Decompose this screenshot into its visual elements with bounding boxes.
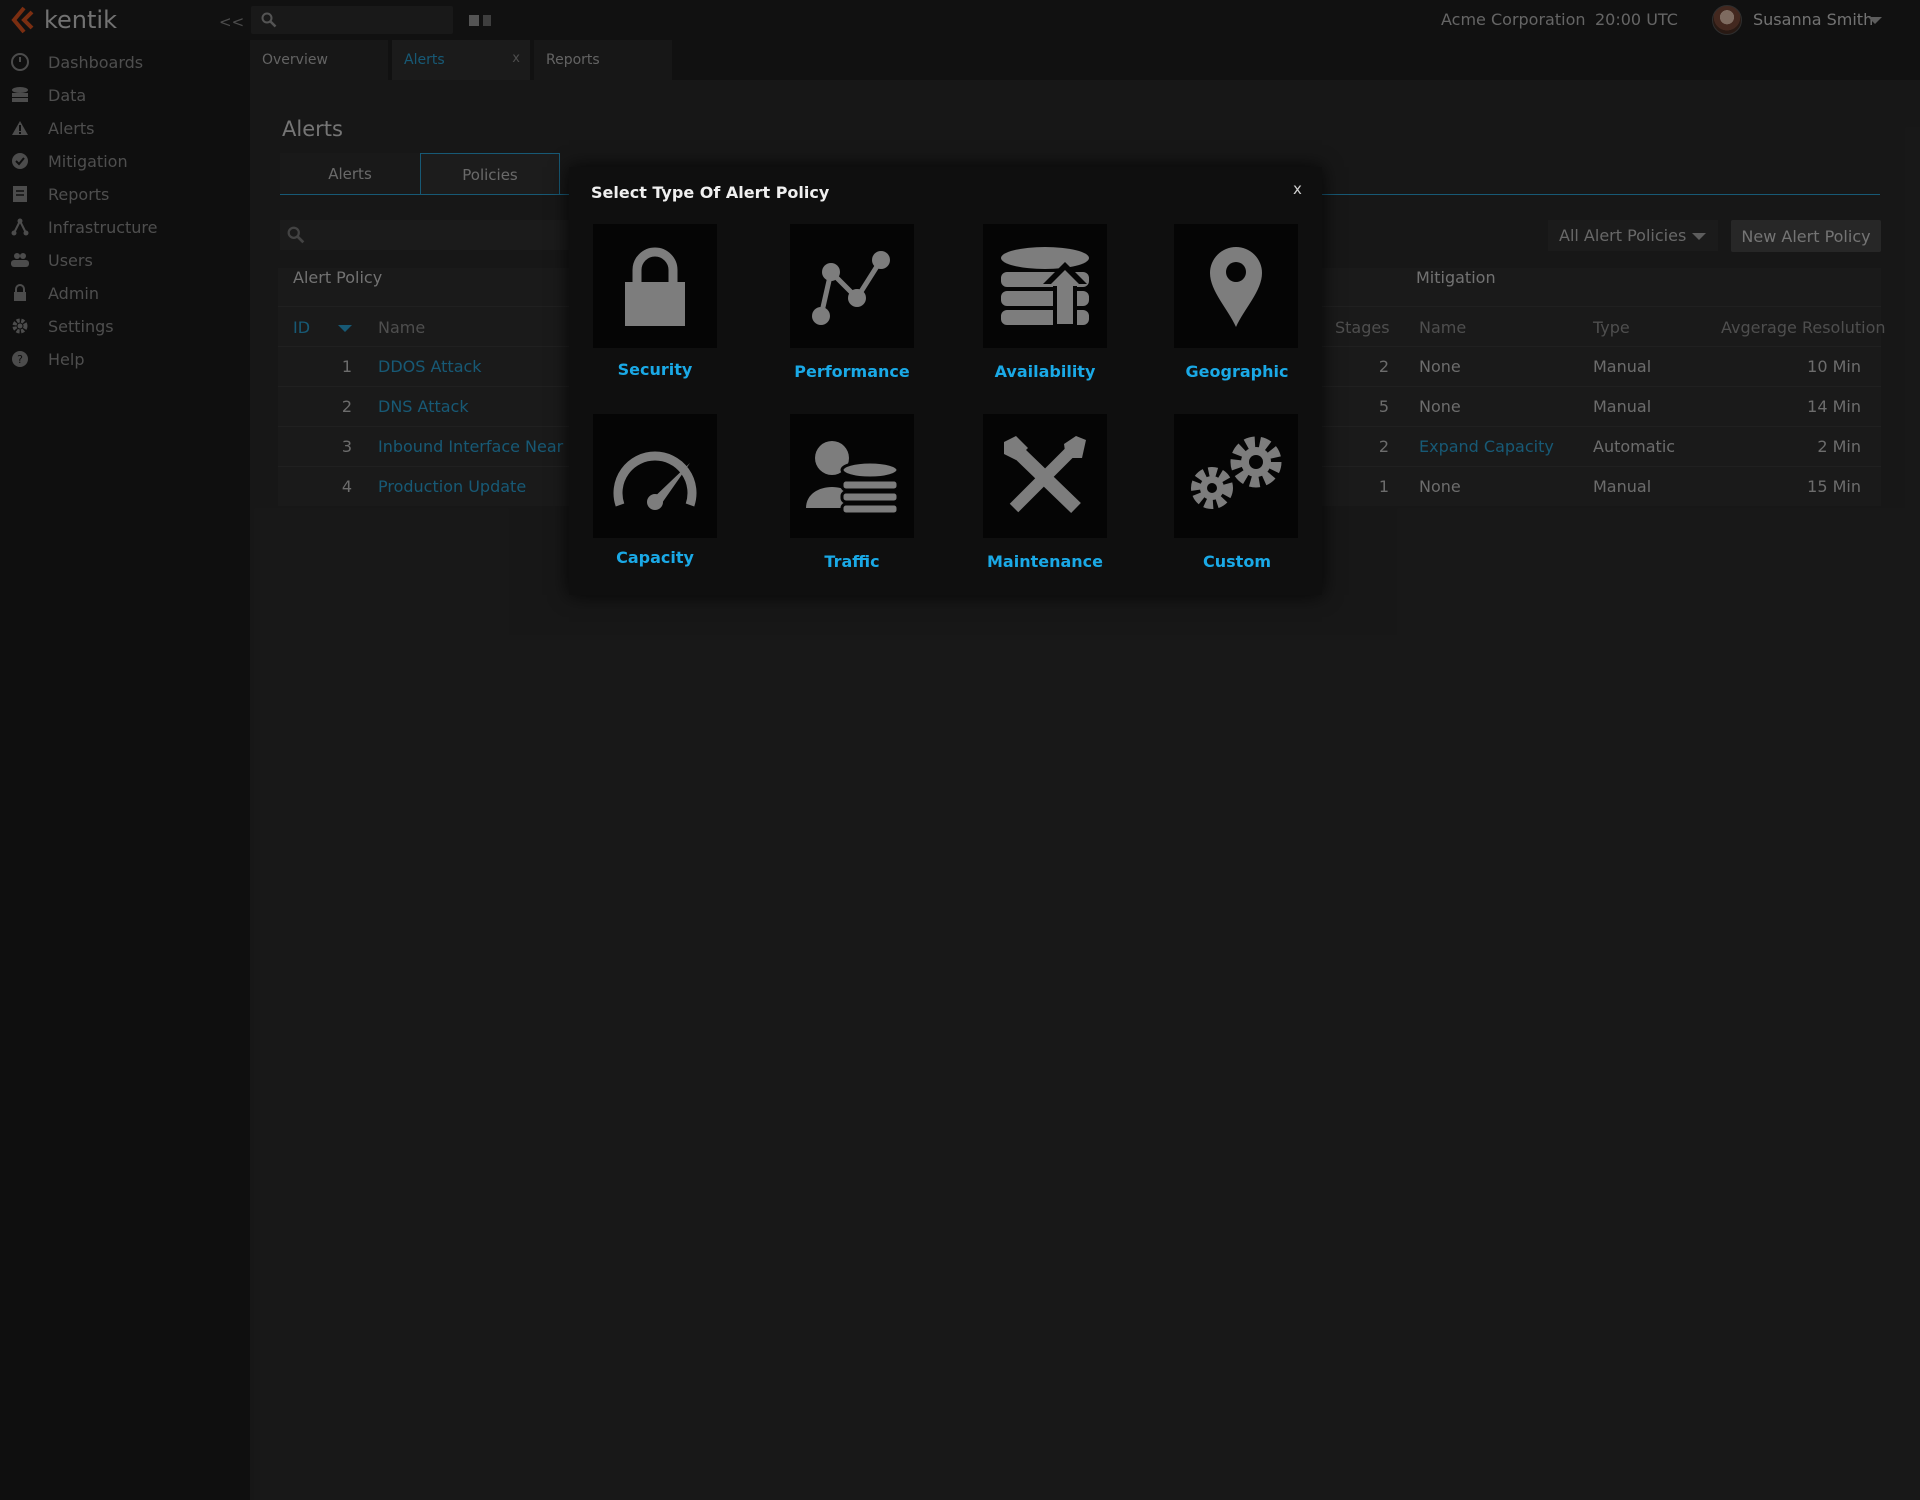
line-graph-icon: [812, 251, 890, 325]
policy-type-maintenance-label[interactable]: Maintenance: [965, 552, 1125, 571]
policy-type-availability-label[interactable]: Availability: [965, 362, 1125, 381]
policy-type-capacity-label[interactable]: Capacity: [575, 548, 735, 567]
policy-type-performance-tile[interactable]: [790, 224, 914, 348]
gears-icon: [1191, 436, 1282, 509]
policy-type-maintenance-tile[interactable]: [983, 414, 1107, 538]
policy-type-geographic-tile[interactable]: [1174, 224, 1298, 348]
policy-type-security-label[interactable]: Security: [575, 360, 735, 379]
policy-type-availability-tile[interactable]: [983, 224, 1107, 348]
speedometer-icon: [613, 451, 697, 510]
policy-type-geographic-label[interactable]: Geographic: [1157, 362, 1317, 381]
policy-type-custom-tile[interactable]: [1174, 414, 1298, 538]
select-alert-policy-type-modal: Select Type Of Alert Policy x Security P…: [569, 167, 1322, 595]
policy-type-performance-label[interactable]: Performance: [772, 362, 932, 381]
policy-type-custom-label[interactable]: Custom: [1157, 552, 1317, 571]
policy-type-traffic-tile[interactable]: [790, 414, 914, 538]
policy-type-security-tile[interactable]: [593, 224, 717, 348]
user-database-icon: [806, 441, 900, 516]
policy-type-traffic-label[interactable]: Traffic: [772, 552, 932, 571]
policy-type-capacity-tile[interactable]: [593, 414, 717, 538]
lock-icon: [625, 247, 685, 326]
close-icon[interactable]: x: [1293, 180, 1302, 198]
tools-icon: [1004, 436, 1086, 514]
map-pin-icon: [1210, 247, 1262, 327]
modal-title: Select Type Of Alert Policy: [591, 183, 830, 202]
database-upload-icon: [1001, 247, 1089, 326]
